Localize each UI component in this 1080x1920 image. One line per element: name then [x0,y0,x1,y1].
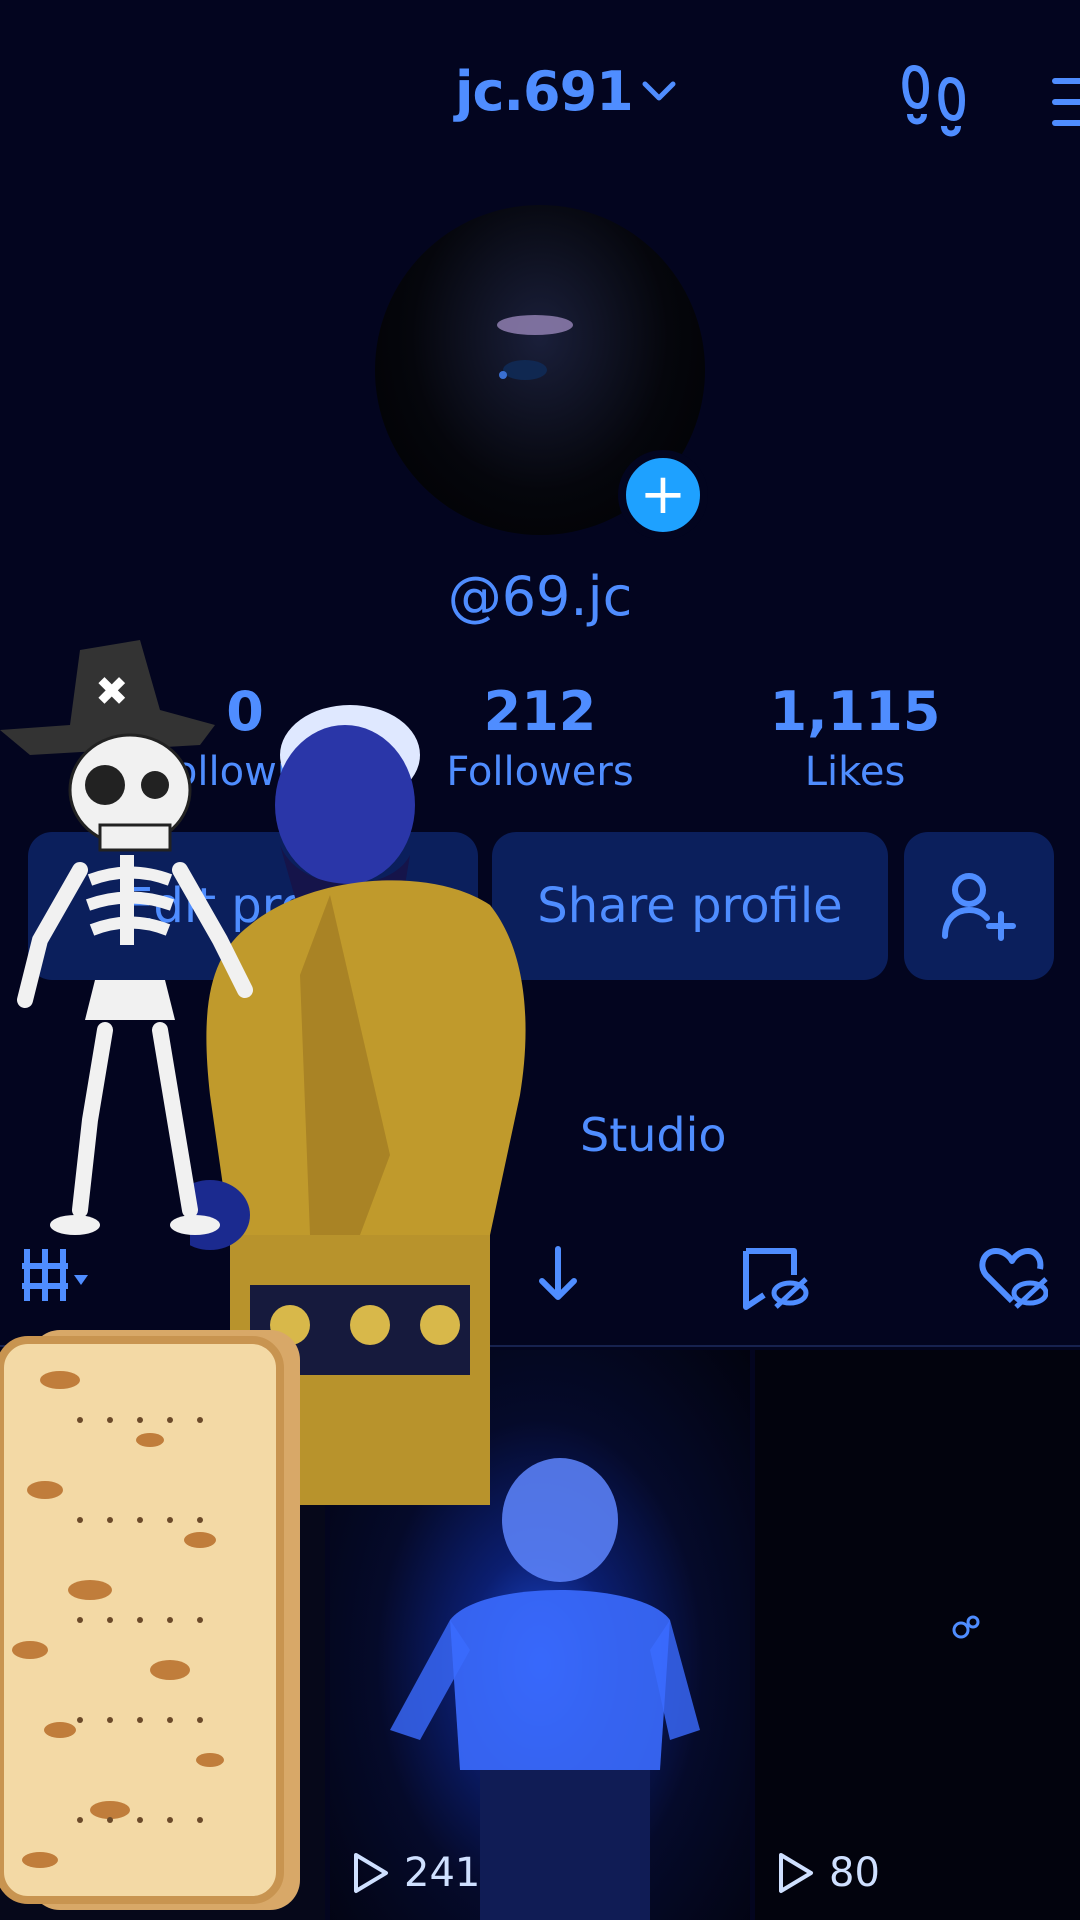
views-count: 80 [829,1850,880,1896]
link-icon [952,1615,980,1639]
svg-text:✖: ✖ [95,669,129,715]
likes-count: 1,115 [769,680,941,743]
footprints-icon[interactable] [900,62,970,142]
add-story-button[interactable]: + [618,450,708,540]
menu-icon[interactable] [1050,72,1080,132]
video-views-2: 241 [350,1850,480,1896]
views-count: 241 [404,1850,481,1896]
play-icon [779,1853,813,1893]
saved-private-icon[interactable] [742,1245,812,1315]
profile-handle: @69.jc [447,565,633,628]
add-person-icon [942,873,1016,941]
liked-private-icon[interactable] [978,1245,1048,1315]
pirate-skeleton-sticker: ✖ [0,640,253,1235]
username-switcher[interactable]: jc.691 [455,60,679,123]
video-tile-3[interactable] [755,1350,1080,1920]
plus-icon: + [639,462,687,527]
stat-likes[interactable]: 1,115 Likes [705,680,1005,795]
matzah-sticker [0,1330,300,1910]
play-icon [354,1853,388,1893]
likes-label: Likes [804,749,906,795]
username-label: jc.691 [455,60,634,123]
video-views-3: 80 [775,1850,880,1896]
add-friend-button[interactable] [904,832,1054,980]
chevron-down-icon [642,81,676,100]
tiktok-studio-link[interactable]: Studio [580,1108,727,1162]
